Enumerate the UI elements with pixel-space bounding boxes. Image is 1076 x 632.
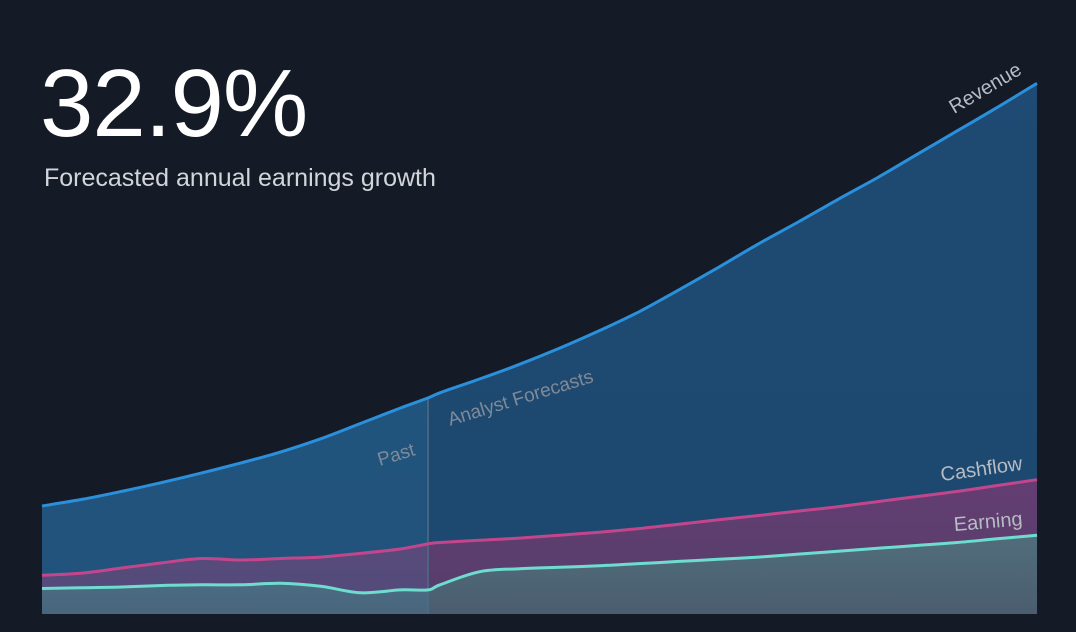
past-period-overlay bbox=[42, 277, 429, 614]
earnings-growth-panel: 32.9% Forecasted annual earnings growth … bbox=[0, 0, 1076, 632]
growth-area-chart: Past Analyst Forecasts RevenueCashflowEa… bbox=[41, 59, 1038, 615]
